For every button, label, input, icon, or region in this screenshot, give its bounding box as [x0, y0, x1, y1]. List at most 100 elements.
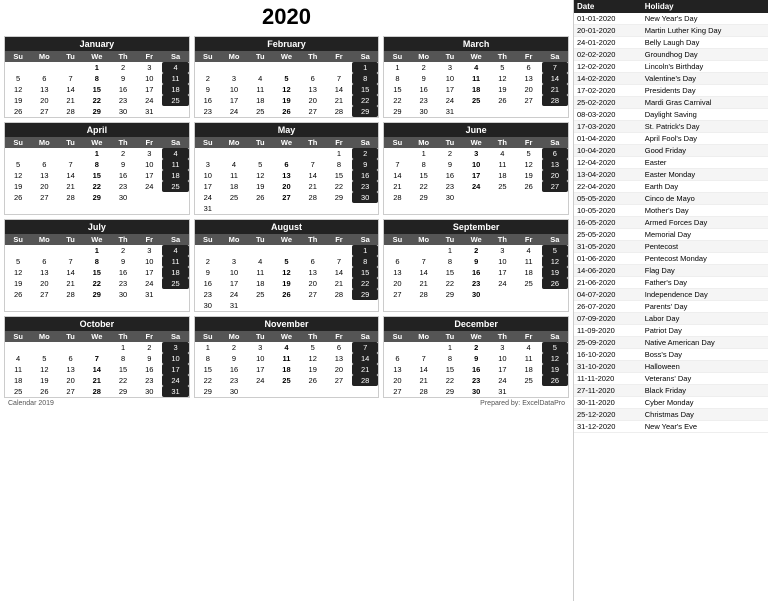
holiday-name: Father's Day: [642, 277, 768, 289]
calendar-day: 19: [273, 95, 299, 106]
calendar-day: [31, 245, 57, 256]
day-header: Th: [300, 51, 326, 62]
calendar-day: 5: [5, 73, 31, 84]
calendar-day: [516, 106, 542, 117]
calendar-day: 29: [84, 289, 110, 300]
holiday-row: 01-01-2020New Year's Day: [574, 13, 768, 25]
holiday-name: Labor Day: [642, 313, 768, 325]
calendar-day: 25: [221, 192, 247, 203]
calendar-day: 3: [221, 256, 247, 267]
calendar-day: 3: [162, 342, 188, 353]
calendar-day: [221, 203, 247, 214]
calendar-day: [195, 62, 221, 73]
calendar-day: 15: [110, 364, 136, 375]
holiday-date: 04-07-2020: [574, 289, 642, 301]
holiday-row: 10-05-2020Mother's Day: [574, 205, 768, 217]
calendar-day: 10: [489, 256, 515, 267]
holiday-row: 25-12-2020Christmas Day: [574, 409, 768, 421]
calendar-day: 10: [437, 73, 463, 84]
day-header: We: [463, 234, 489, 245]
calendar-day: 20: [57, 375, 83, 386]
calendar-day: 13: [57, 364, 83, 375]
day-header: Fr: [516, 137, 542, 148]
calendar-day: [384, 148, 410, 159]
calendar-day: [57, 342, 83, 353]
calendar-day: 18: [463, 84, 489, 95]
day-header: Mo: [221, 234, 247, 245]
day-header: Fr: [136, 234, 162, 245]
day-header: Fr: [516, 51, 542, 62]
calendar-day: 4: [489, 148, 515, 159]
calendar-day: 30: [463, 289, 489, 300]
calendar-day: [273, 203, 299, 214]
calendar-day: [31, 62, 57, 73]
calendar-day: 8: [437, 353, 463, 364]
calendar-day: 26: [300, 375, 326, 386]
calendar-day: 11: [162, 73, 188, 84]
calendar-day: 19: [542, 364, 568, 375]
cal-table: SuMoTuWeThFrSa12345678910111213141516171…: [195, 234, 379, 311]
month-header: May: [195, 123, 379, 137]
calendar-day: 23: [195, 106, 221, 117]
calendar-day: [489, 289, 515, 300]
holiday-row: 31-12-2020New Year's Eve: [574, 421, 768, 433]
day-header: Sa: [352, 331, 378, 342]
holiday-row: 30-11-2020Cyber Monday: [574, 397, 768, 409]
calendar-day: 8: [326, 159, 352, 170]
day-header: We: [463, 137, 489, 148]
calendar-day: 2: [463, 245, 489, 256]
day-header: Mo: [221, 137, 247, 148]
calendar-day: 20: [31, 95, 57, 106]
calendar-day: 9: [195, 267, 221, 278]
day-header: Su: [5, 331, 31, 342]
holiday-name: Cinco de Mayo: [642, 193, 768, 205]
calendar-day: 13: [300, 267, 326, 278]
calendar-day: 27: [31, 192, 57, 203]
day-header: Fr: [516, 331, 542, 342]
calendar-day: 9: [110, 159, 136, 170]
calendar-day: 30: [136, 386, 162, 397]
calendar-day: 27: [384, 386, 410, 397]
day-header: Fr: [326, 137, 352, 148]
calendar-day: 27: [300, 289, 326, 300]
day-header: Su: [384, 234, 410, 245]
calendar-day: [516, 386, 542, 397]
month-block-april: AprilSuMoTuWeThFrSa123456789101112131415…: [4, 122, 190, 215]
calendar-day: 29: [437, 289, 463, 300]
calendar-day: 16: [110, 267, 136, 278]
calendar-day: 7: [411, 353, 437, 364]
months-grid: JanuarySuMoTuWeThFrSa1234567891011121314…: [4, 36, 569, 398]
cal-table: SuMoTuWeThFrSa12345678910111213141516171…: [195, 331, 379, 397]
holiday-name: Easter Monday: [642, 169, 768, 181]
calendar-day: [300, 203, 326, 214]
calendar-day: 17: [136, 267, 162, 278]
day-header: We: [84, 331, 110, 342]
calendar-day: 25: [273, 375, 299, 386]
calendar-day: 24: [195, 192, 221, 203]
calendar-day: 14: [352, 353, 378, 364]
calendar-day: 31: [489, 386, 515, 397]
calendar-day: 27: [273, 192, 299, 203]
cal-table: SuMoTuWeThFrSa12345678910111213141516171…: [384, 331, 568, 397]
month-header: March: [384, 37, 568, 51]
calendar-day: 14: [300, 170, 326, 181]
calendar-day: 2: [110, 62, 136, 73]
calendar-day: 2: [352, 148, 378, 159]
calendar-day: 30: [110, 192, 136, 203]
holiday-name: Patriot Day: [642, 325, 768, 337]
day-header: Tu: [247, 137, 273, 148]
calendar-day: 28: [57, 192, 83, 203]
main-container: 2020 JanuarySuMoTuWeThFrSa12345678910111…: [0, 0, 768, 601]
day-header: Tu: [57, 51, 83, 62]
day-header: Mo: [31, 137, 57, 148]
calendar-day: 13: [31, 267, 57, 278]
day-header: We: [273, 51, 299, 62]
calendar-day: 30: [463, 386, 489, 397]
day-header: Tu: [247, 51, 273, 62]
calendar-day: 16: [437, 170, 463, 181]
calendar-day: 25: [489, 181, 515, 192]
calendar-day: 24: [437, 95, 463, 106]
calendar-day: 10: [247, 353, 273, 364]
calendar-day: 24: [221, 289, 247, 300]
calendar-day: [136, 192, 162, 203]
